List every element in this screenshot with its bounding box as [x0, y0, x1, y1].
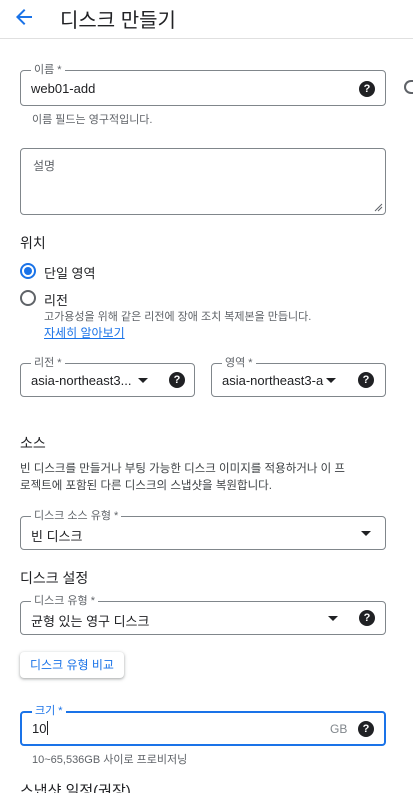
snapshot-schedule-title: 스냅샷 일정(권장): [20, 783, 131, 793]
description-placeholder: 설명: [33, 159, 56, 173]
name-field[interactable]: 이름 * web01-add ?: [20, 63, 386, 106]
chevron-down-icon: [328, 616, 338, 621]
zone-select-value: asia-northeast3-a: [222, 373, 324, 388]
learn-more-link[interactable]: 자세히 알아보기: [44, 324, 125, 341]
region-select[interactable]: 리전 * asia-northeast3... ?: [20, 356, 195, 397]
help-icon[interactable]: ?: [169, 372, 185, 388]
zone-select[interactable]: 영역 * asia-northeast3-a ?: [211, 356, 386, 397]
name-hint: 이름 필드는 영구적입니다.: [32, 114, 153, 126]
source-type-select[interactable]: 디스크 소스 유형 * 빈 디스크: [20, 509, 386, 550]
chevron-down-icon: [138, 378, 148, 383]
source-type-label: 디스크 소스 유형 *: [31, 509, 122, 523]
page-header: 디스크 만들기: [0, 0, 413, 36]
source-title: 소스: [20, 435, 46, 451]
help-icon[interactable]: ?: [358, 721, 374, 737]
source-description-line2: 로젝트에 포함된 다른 디스크의 스냅샷을 복원합니다.: [20, 480, 272, 492]
size-field[interactable]: 크기 * 10 GB ?: [20, 704, 386, 746]
radio-region-label[interactable]: 리전: [44, 290, 68, 309]
disk-type-label: 디스크 유형 *: [31, 594, 98, 608]
source-description-line1: 빈 디스크를 만들거나 부팅 가능한 디스크 이미지를 적용하거나 이 프: [20, 463, 345, 475]
zone-select-label: 영역 *: [222, 356, 256, 370]
help-icon[interactable]: ?: [359, 81, 375, 97]
region-select-label: 리전 *: [31, 356, 65, 370]
size-input-value: 10: [32, 721, 47, 736]
radio-single-zone[interactable]: [20, 263, 36, 279]
region-select-value: asia-northeast3...: [31, 373, 131, 388]
chevron-down-icon: [361, 531, 371, 536]
size-field-label: 크기 *: [32, 704, 66, 718]
resize-grip-icon[interactable]: [374, 203, 383, 212]
description-field[interactable]: 설명: [20, 148, 386, 215]
source-type-value: 빈 디스크: [31, 529, 83, 544]
side-panel-edge-icon: [404, 80, 413, 94]
arrow-back-icon[interactable]: [12, 5, 36, 29]
size-hint: 10~65,536GB 사이로 프로비저닝: [32, 754, 188, 766]
header-divider: [0, 38, 413, 39]
radio-single-zone-label[interactable]: 단일 영역: [44, 263, 95, 282]
name-input[interactable]: web01-add: [31, 81, 95, 96]
size-input[interactable]: 10: [32, 721, 49, 736]
text-cursor: [47, 721, 49, 735]
help-icon[interactable]: ?: [359, 610, 375, 626]
name-field-label: 이름 *: [31, 63, 65, 77]
region-description: 고가용성을 위해 같은 리전에 장애 조치 복제본을 만듭니다.: [44, 311, 312, 323]
size-unit: GB: [330, 722, 348, 736]
disk-type-select[interactable]: 디스크 유형 * 균형 있는 영구 디스크 ?: [20, 594, 386, 635]
disk-settings-title: 디스크 설정: [20, 570, 89, 586]
help-icon[interactable]: ?: [358, 372, 374, 388]
compare-disk-types-button[interactable]: 디스크 유형 비교: [20, 652, 124, 678]
chevron-down-icon: [326, 378, 336, 383]
disk-type-value: 균형 있는 영구 디스크: [31, 614, 150, 629]
page-title: 디스크 만들기: [60, 10, 176, 32]
radio-region[interactable]: [20, 290, 36, 306]
location-title: 위치: [20, 235, 46, 251]
